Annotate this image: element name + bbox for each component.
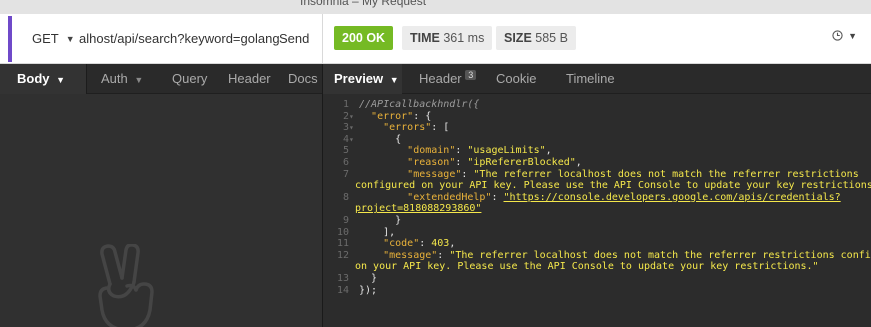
window-title: Insomnia – My Request <box>300 0 427 8</box>
fold-icon: ▾ <box>349 123 354 133</box>
fold-icon: ▾ <box>349 111 354 121</box>
fold-icon: ▾ <box>349 134 354 144</box>
status-badge: 200 OK <box>334 26 394 50</box>
code-line-7-wrap: configured on your API key. Please use t… <box>355 180 871 192</box>
tab-body-label: Body <box>17 71 50 86</box>
credentials-link[interactable]: "https://console.developers.google.com/a… <box>504 192 841 203</box>
size-badge: SIZE 585 B <box>496 26 576 50</box>
code-line-2: 2▾ "error": { <box>342 110 432 122</box>
tab-docs[interactable]: Docs <box>288 64 322 94</box>
request-tabs: Body ▼ Auth ▼ Query Header Docs <box>0 64 322 94</box>
caret-down-icon: ▼ <box>134 75 144 85</box>
tab-body[interactable]: Body ▼ <box>0 64 86 94</box>
code-line-6: 6 "reason": "ipRefererBlocked", <box>342 156 582 168</box>
code-line-8: 8 "extendedHelp": "https://console.devel… <box>342 191 841 203</box>
request-divider <box>322 14 323 64</box>
tab-preview-label: Preview <box>334 71 384 86</box>
code-line-13: 13 } <box>336 272 378 284</box>
tab-auth-label: Auth <box>101 71 128 86</box>
caret-down-icon: ▼ <box>56 75 66 85</box>
tab-header[interactable]: Header <box>228 64 271 94</box>
code-line-10: 10 ], <box>336 226 396 238</box>
size-label: SIZE <box>504 31 532 45</box>
request-body-pane <box>0 94 322 327</box>
tab-auth[interactable]: Auth ▼ <box>101 64 143 94</box>
response-preview-pane: 1//APIcallbackhndlr({ 2▾ "error": { 3▾ "… <box>323 94 871 327</box>
clock-icon <box>832 30 843 41</box>
url-input[interactable]: alhost/api/search?keyword=golang <box>79 31 280 46</box>
code-line-5: 5 "domain": "usageLimits", <box>342 145 552 157</box>
window-titlebar: Insomnia – My Request <box>0 0 871 14</box>
send-button[interactable]: Send <box>279 31 309 46</box>
request-bar: GET ▼ alhost/api/search?keyword=golang S… <box>0 14 871 64</box>
tab-cookie[interactable]: Cookie <box>496 64 536 94</box>
tab-response-header-label: Header <box>419 71 462 86</box>
method-dropdown[interactable]: GET ▼ <box>32 31 75 46</box>
code-line-11: 11 "code": 403, <box>336 238 456 250</box>
code-line-9: 9 } <box>342 214 402 226</box>
response-tabs: Preview ▼ Header 3 Cookie Timeline <box>322 64 871 94</box>
time-value: 361 ms <box>443 31 485 45</box>
caret-down-icon: ▼ <box>848 30 857 41</box>
peace-hand-icon <box>98 244 154 327</box>
header-count-badge: 3 <box>465 70 477 80</box>
tab-response-header[interactable]: Header 3 <box>419 64 477 94</box>
caret-down-icon: ▼ <box>65 33 75 44</box>
history-dropdown[interactable]: ▼ <box>832 30 857 41</box>
method-label: GET <box>32 31 59 46</box>
tab-query[interactable]: Query <box>172 64 207 94</box>
size-value: 585 B <box>535 31 568 45</box>
credentials-link-cont[interactable]: project=818088293860" <box>355 203 481 214</box>
tab-timeline[interactable]: Timeline <box>566 64 615 94</box>
code-line-8-wrap: project=818088293860" <box>323 203 871 215</box>
time-label: TIME <box>410 31 440 45</box>
accent-stripe <box>8 16 12 62</box>
code-line-12-wrap: on your API key. Please use the API Cons… <box>355 261 819 273</box>
caret-down-icon: ▼ <box>389 75 399 85</box>
tab-separator <box>86 64 87 94</box>
code-line-7: 7 "message": "The referrer localhost doe… <box>342 168 859 180</box>
code-line-4: 4▾ { <box>342 133 402 145</box>
code-line-14: 14}); <box>336 284 378 296</box>
code-line-1: 1//APIcallbackhndlr({ <box>342 99 480 110</box>
code-line-12: 12 "message": "The referrer localhost do… <box>336 249 871 261</box>
code-line-3: 3▾ "errors": [ <box>342 122 450 134</box>
tab-preview[interactable]: Preview ▼ <box>322 64 402 94</box>
response-json: 1//APIcallbackhndlr({ 2▾ "error": { 3▾ "… <box>323 99 871 296</box>
time-badge: TIME 361 ms <box>402 26 493 50</box>
